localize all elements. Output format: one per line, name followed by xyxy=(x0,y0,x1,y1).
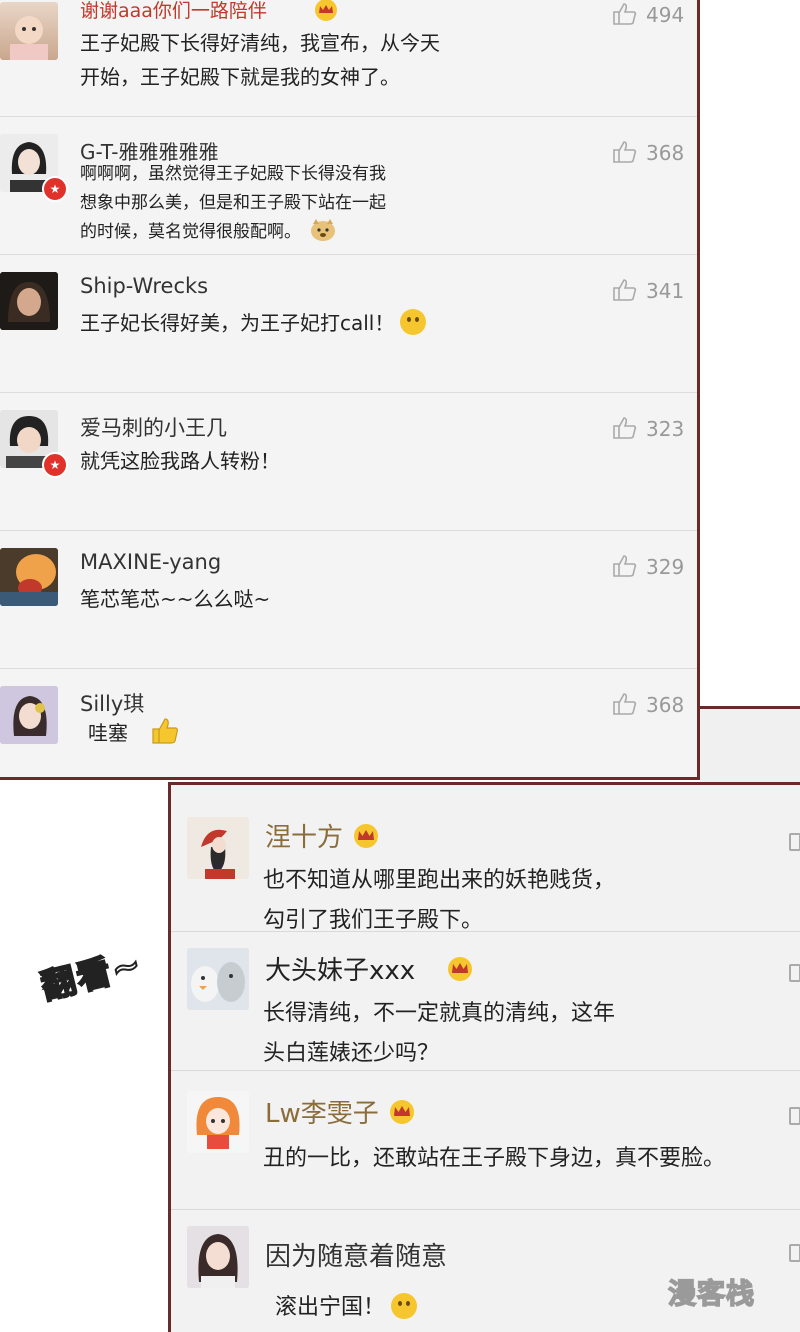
avatar[interactable] xyxy=(0,272,58,330)
comment-line-text: 的时候，莫名觉得很般配啊。 xyxy=(80,222,301,242)
comment-row: MAXINE-yang 329 笔芯笔芯~~么么哒~ xyxy=(0,530,697,669)
comment-line: 的时候，莫名觉得很般配啊。 xyxy=(80,218,386,247)
comment-row: ★ 爱马刺的小王几 323 就凭这脸我路人转粉！ xyxy=(0,392,697,531)
username[interactable]: MAXINE-yang xyxy=(80,550,221,574)
like-count: 494 xyxy=(646,3,685,27)
comment-line: 啊啊啊，虽然觉得王子妃殿下长得没有我 xyxy=(80,164,386,184)
thumbs-up-icon xyxy=(613,279,637,301)
comment-row: Silly琪 368 哇塞 xyxy=(0,668,697,777)
avatar[interactable] xyxy=(187,817,249,879)
comment-line: 也不知道从哪里跑出来的妖艳贱货， xyxy=(263,868,616,893)
sticker-text: 翻看~ xyxy=(37,943,148,1009)
thumbs-up-icon xyxy=(613,3,637,25)
comment-text: 王子妃长得好美，为王子妃打call！ xyxy=(80,306,427,340)
username[interactable]: 因为随意着随意 xyxy=(265,1236,447,1273)
username[interactable]: Lw李雯子 xyxy=(265,1093,415,1130)
comment-line: 哇塞 xyxy=(88,721,128,745)
comment-row: 大头妹子xxx 长得清纯，不一定就真的清纯，这年 头白莲婊还少吗？ xyxy=(171,932,800,1071)
avatar[interactable] xyxy=(187,1091,249,1153)
username[interactable]: Silly琪 xyxy=(80,688,144,718)
avatar[interactable] xyxy=(0,2,58,60)
comment-text: 王子妃殿下长得好清纯，我宣布，从今天 开始，王子妃殿下就是我的女神了。 xyxy=(80,26,440,94)
like-count: 329 xyxy=(646,555,685,579)
username-text: Lw李雯子 xyxy=(265,1099,379,1129)
like-count: 368 xyxy=(646,693,685,717)
thumbs-up-icon xyxy=(613,555,637,577)
avatar[interactable] xyxy=(0,686,58,744)
more-options-icon[interactable] xyxy=(789,1244,800,1262)
background-panel-strip xyxy=(700,706,800,785)
top-comments-panel: 谢谢aaa你们一路陪伴 494 王子妃殿下长得好清纯，我宣布，从今天 开始，王子… xyxy=(0,0,700,780)
thumbs-up-icon xyxy=(613,417,637,439)
comment-row: 涅十方 也不知道从哪里跑出来的妖艳贱货， 勾引了我们王子殿下。 xyxy=(171,793,800,933)
more-options-icon[interactable] xyxy=(789,964,800,982)
doge-icon xyxy=(310,218,336,242)
crown-icon xyxy=(351,823,379,848)
comment-text: 也不知道从哪里跑出来的妖艳贱货， 勾引了我们王子殿下。 xyxy=(263,861,615,941)
like-button[interactable]: 368 xyxy=(612,140,684,165)
like-button[interactable]: 341 xyxy=(612,278,684,303)
username[interactable]: Ship-Wrecks xyxy=(80,274,208,298)
like-count: 323 xyxy=(646,417,685,441)
comment-text: 滚出宁国！ xyxy=(275,1288,418,1328)
smile-emoji-icon xyxy=(400,309,427,335)
comment-line: 王子妃殿下长得好清纯，我宣布，从今天 xyxy=(80,31,440,55)
watermark-logo: 漫客栈 xyxy=(667,1276,756,1311)
comment-line: 王子妃长得好美，为王子妃打call！ xyxy=(80,311,395,335)
avatar[interactable] xyxy=(187,1226,249,1288)
comment-row: 谢谢aaa你们一路陪伴 494 王子妃殿下长得好清纯，我宣布，从今天 开始，王子… xyxy=(0,0,697,117)
like-button[interactable]: 323 xyxy=(612,416,684,441)
bottom-comments-panel: 涅十方 也不知道从哪里跑出来的妖艳贱货， 勾引了我们王子殿下。 大头妹子xxx … xyxy=(168,782,800,1332)
avatar[interactable] xyxy=(187,948,249,1010)
comment-line: 就凭这脸我路人转粉！ xyxy=(80,449,280,473)
comment-text: 笔芯笔芯~~么么哒~ xyxy=(80,582,270,616)
crown-icon xyxy=(312,0,340,22)
username[interactable]: 谢谢aaa你们一路陪伴 xyxy=(80,0,267,23)
smile-emoji-icon xyxy=(391,1293,418,1319)
comment-line: 头白莲婊还少吗？ xyxy=(263,1041,440,1066)
comment-line: 长得清纯，不一定就真的清纯，这年 xyxy=(263,1001,616,1026)
thumbs-up-icon xyxy=(613,693,637,715)
verified-badge-icon: ★ xyxy=(42,176,68,202)
username-text: 大头妹子xxx xyxy=(265,956,416,986)
like-button[interactable]: 329 xyxy=(612,554,684,579)
comment-line: 笔芯笔芯~~么么哒~ xyxy=(80,587,271,611)
comment-line: 丑的一比，还敢站在王子殿下身边，真不要脸。 xyxy=(263,1146,726,1171)
comment-text: 就凭这脸我路人转粉！ xyxy=(80,444,280,478)
comment-text: 啊啊啊，虽然觉得王子妃殿下长得没有我 想象中那么美，但是和王子殿下站在一起 的时… xyxy=(80,160,386,247)
comment-text: 丑的一比，还敢站在王子殿下身边，真不要脸。 xyxy=(263,1139,725,1179)
like-button[interactable]: 494 xyxy=(612,2,684,27)
crown-icon xyxy=(387,1099,415,1124)
comment-text: 哇塞 xyxy=(88,716,180,750)
comment-row: ★ G-T-雅雅雅雅雅 368 啊啊啊，虽然觉得王子妃殿下长得没有我 想象中那么… xyxy=(0,116,697,255)
username[interactable]: 大头妹子xxx xyxy=(265,950,473,987)
username[interactable]: 涅十方 xyxy=(265,817,379,854)
verified-badge-icon: ★ xyxy=(42,452,68,478)
avatar[interactable] xyxy=(0,548,58,606)
like-button[interactable]: 368 xyxy=(612,692,684,717)
comment-line: 开始，王子妃殿下就是我的女神了。 xyxy=(80,65,400,89)
more-options-icon[interactable] xyxy=(789,833,800,851)
comment-text: 长得清纯，不一定就真的清纯，这年 头白莲婊还少吗？ xyxy=(263,994,615,1074)
comment-line: 想象中那么美，但是和王子殿下站在一起 xyxy=(80,193,386,213)
username[interactable]: 爱马刺的小王几 xyxy=(80,412,227,442)
comment-line: 滚出宁国！ xyxy=(275,1295,386,1320)
crown-icon xyxy=(445,956,473,981)
thumbs-up-emoji-icon xyxy=(150,716,180,746)
like-count: 368 xyxy=(646,141,685,165)
thumbs-up-icon xyxy=(613,141,637,163)
comment-row: Ship-Wrecks 341 王子妃长得好美，为王子妃打call！ xyxy=(0,254,697,393)
more-options-icon[interactable] xyxy=(789,1107,800,1125)
username-text: 涅十方 xyxy=(265,823,344,853)
like-count: 341 xyxy=(646,279,685,303)
comment-row: Lw李雯子 丑的一比，还敢站在王子殿下身边，真不要脸。 xyxy=(171,1071,800,1210)
